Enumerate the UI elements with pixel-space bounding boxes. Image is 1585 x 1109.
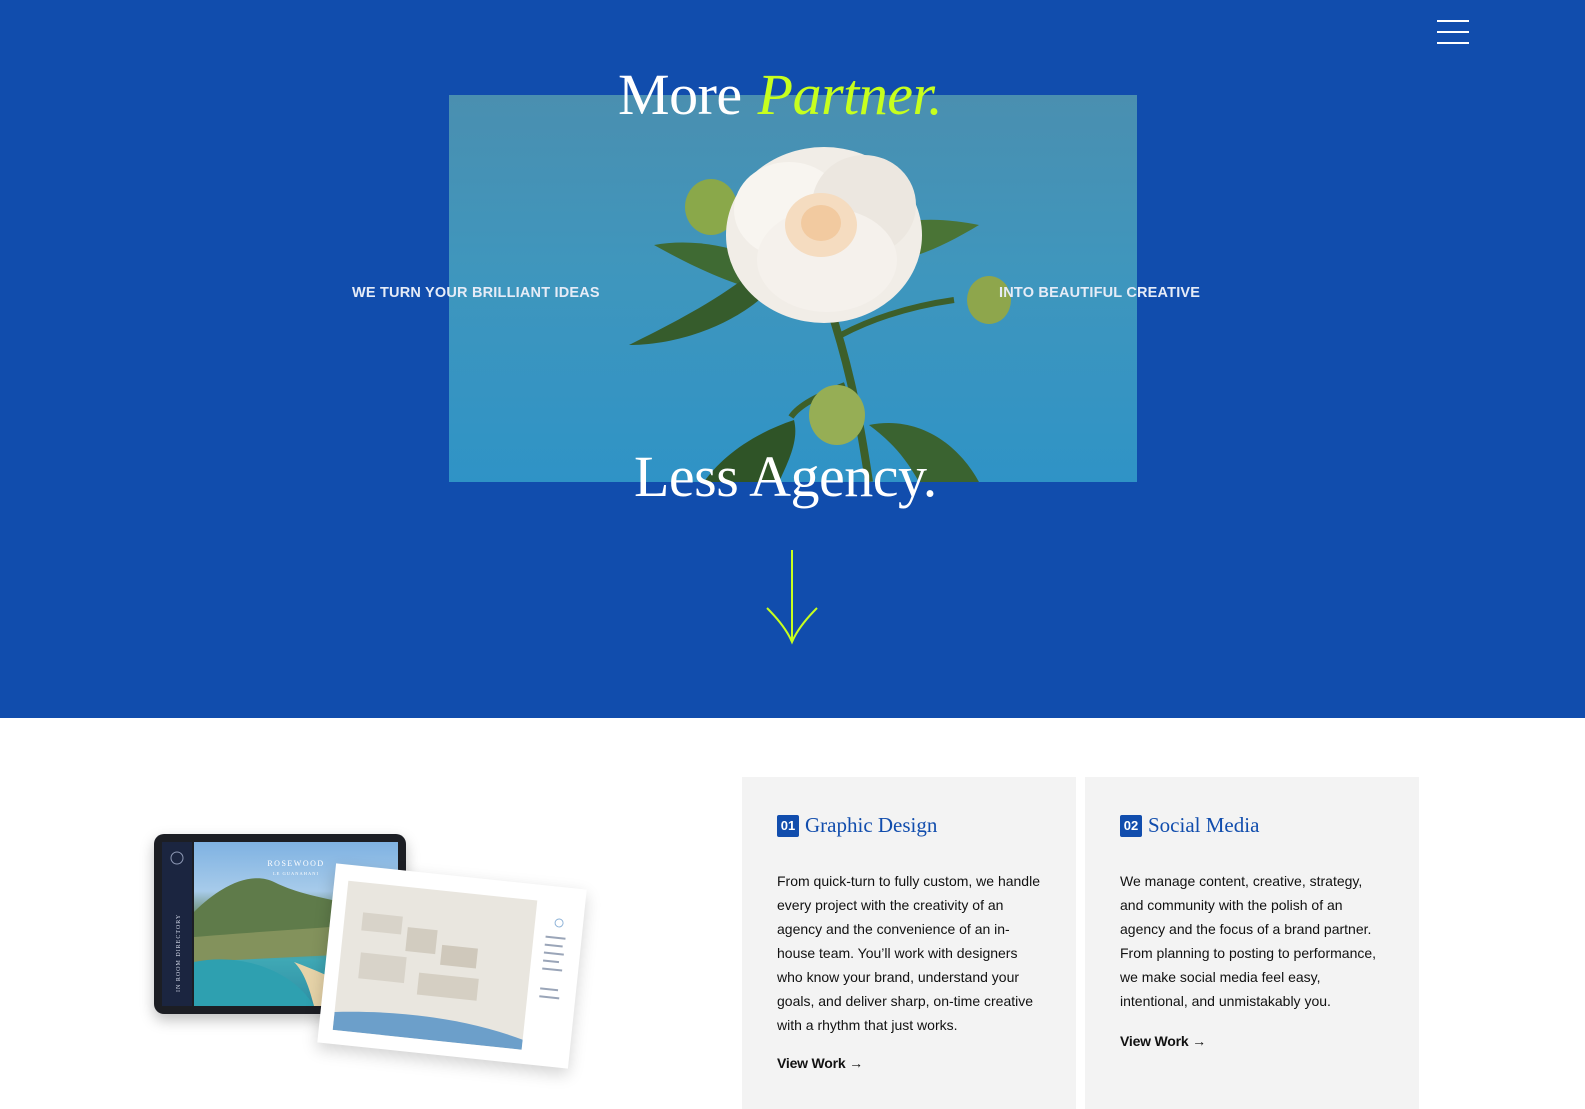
headline-more-partner: More Partner. — [618, 66, 943, 124]
card-title-row: 02 Social Media — [1120, 813, 1259, 838]
card-description: From quick-turn to fully custom, we hand… — [777, 873, 1040, 1033]
tagline-right: INTO BEAUTIFUL CREATIVE — [999, 285, 1201, 301]
view-work-link[interactable]: View Work → — [1120, 1033, 1206, 1049]
service-card-social-media: 02 Social Media We manage content, creat… — [1085, 777, 1419, 1109]
tagline-left: WE TURN YOUR BRILLIANT IDEAS — [352, 285, 600, 301]
card-number-badge: 02 — [1120, 814, 1142, 837]
view-work-link[interactable]: View Work → — [777, 1055, 863, 1071]
scroll-down-arrow-icon[interactable] — [765, 550, 819, 646]
tablet-rail-text: IN ROOM DIRECTORY — [176, 914, 182, 992]
resort-map-card — [317, 863, 587, 1069]
card-heading: Social Media — [1148, 813, 1260, 837]
hamburger-menu-icon[interactable] — [1437, 18, 1469, 46]
tablet-brand-text: ROSEWOOD — [267, 859, 324, 868]
card-title-row: 01 Graphic Design — [777, 813, 937, 838]
tablet-sub-text: LE GUANAHANI — [273, 871, 319, 876]
service-card-graphic-design: 01 Graphic Design From quick-turn to ful… — [742, 777, 1076, 1109]
headline-partner-accent: Partner. — [757, 62, 943, 127]
card-number-badge: 01 — [777, 814, 799, 837]
project-mockup-image: IN ROOM DIRECTORY ROSEWOOD LE GUANAHANI — [150, 826, 610, 1091]
services-section: IN ROOM DIRECTORY ROSEWOOD LE GUANAHANI — [0, 718, 1585, 1109]
hero-section: More Partner. Less Agency. WE TURN YOUR B… — [0, 0, 1585, 718]
tablet-side-rail: IN ROOM DIRECTORY — [162, 842, 192, 1006]
headline-less-agency: Less Agency. — [634, 444, 937, 509]
card-description: We manage content, creative, strategy, a… — [1120, 873, 1377, 1009]
headline-more: More — [618, 62, 742, 127]
resort-map — [332, 880, 538, 1050]
card-heading: Graphic Design — [805, 813, 938, 837]
